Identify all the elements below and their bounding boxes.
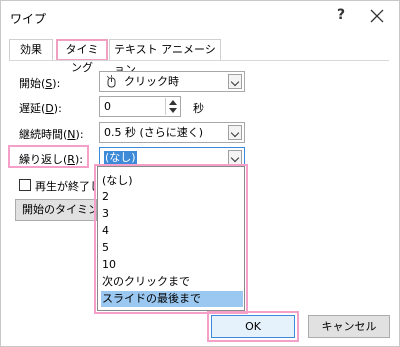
tab-timing[interactable]: タイミング (56, 39, 108, 74)
effect-dialog: ワイプ ? 効果 タイミング テキスト アニメーション 開始(S): クリック時… (0, 0, 400, 347)
tab-effect[interactable]: 効果 (9, 39, 53, 61)
duration-dropdown[interactable]: 0.5 秒 (さらに速く) (99, 122, 245, 143)
help-button[interactable]: ? (337, 7, 345, 23)
repeat-label: 繰り返し(R): (19, 153, 83, 166)
ok-button[interactable]: OK (211, 315, 295, 338)
repeat-option[interactable]: 2 (101, 189, 243, 205)
repeat-option[interactable]: 10 (101, 257, 243, 273)
title-bar: ワイプ ? (1, 1, 399, 33)
repeat-options-list: (なし) 2 3 4 5 10 次のクリックまで スライドの最後まで (97, 166, 245, 311)
chevron-down-icon[interactable] (228, 74, 242, 89)
mouse-click-icon (106, 75, 116, 88)
delay-spinner[interactable] (165, 98, 179, 115)
delay-value: 0 (104, 100, 111, 113)
chevron-down-icon[interactable] (228, 125, 242, 140)
repeat-option[interactable]: 4 (101, 223, 243, 239)
triggers-button[interactable]: 開始のタイミング (15, 199, 97, 221)
repeat-option[interactable]: 3 (101, 206, 243, 222)
rewind-label: 再生が終了し (35, 180, 95, 193)
rewind-checkbox[interactable] (19, 179, 31, 191)
start-value: クリック時 (124, 75, 179, 88)
repeat-option[interactable]: 次のクリックまで (101, 274, 243, 290)
delay-label: 遅延(D): (19, 102, 62, 115)
cancel-button[interactable]: キャンセル (308, 315, 390, 338)
close-icon[interactable] (366, 5, 388, 27)
duration-value: 0.5 秒 (さらに速く) (104, 126, 204, 139)
start-dropdown[interactable]: クリック時 (99, 71, 245, 92)
dialog-title: ワイプ (10, 12, 47, 26)
repeat-option[interactable]: スライドの最後まで (101, 291, 243, 307)
repeat-value: (なし) (104, 151, 137, 164)
start-label: 開始(S): (19, 77, 61, 90)
delay-unit: 秒 (193, 102, 204, 115)
chevron-down-icon[interactable] (228, 150, 242, 165)
duration-label: 継続時間(N): (19, 128, 84, 141)
repeat-option[interactable]: 5 (101, 240, 243, 256)
repeat-option[interactable]: (なし) (101, 173, 243, 189)
tab-text-animation[interactable]: テキスト アニメーション (109, 39, 221, 76)
delay-input[interactable]: 0 (99, 96, 181, 117)
